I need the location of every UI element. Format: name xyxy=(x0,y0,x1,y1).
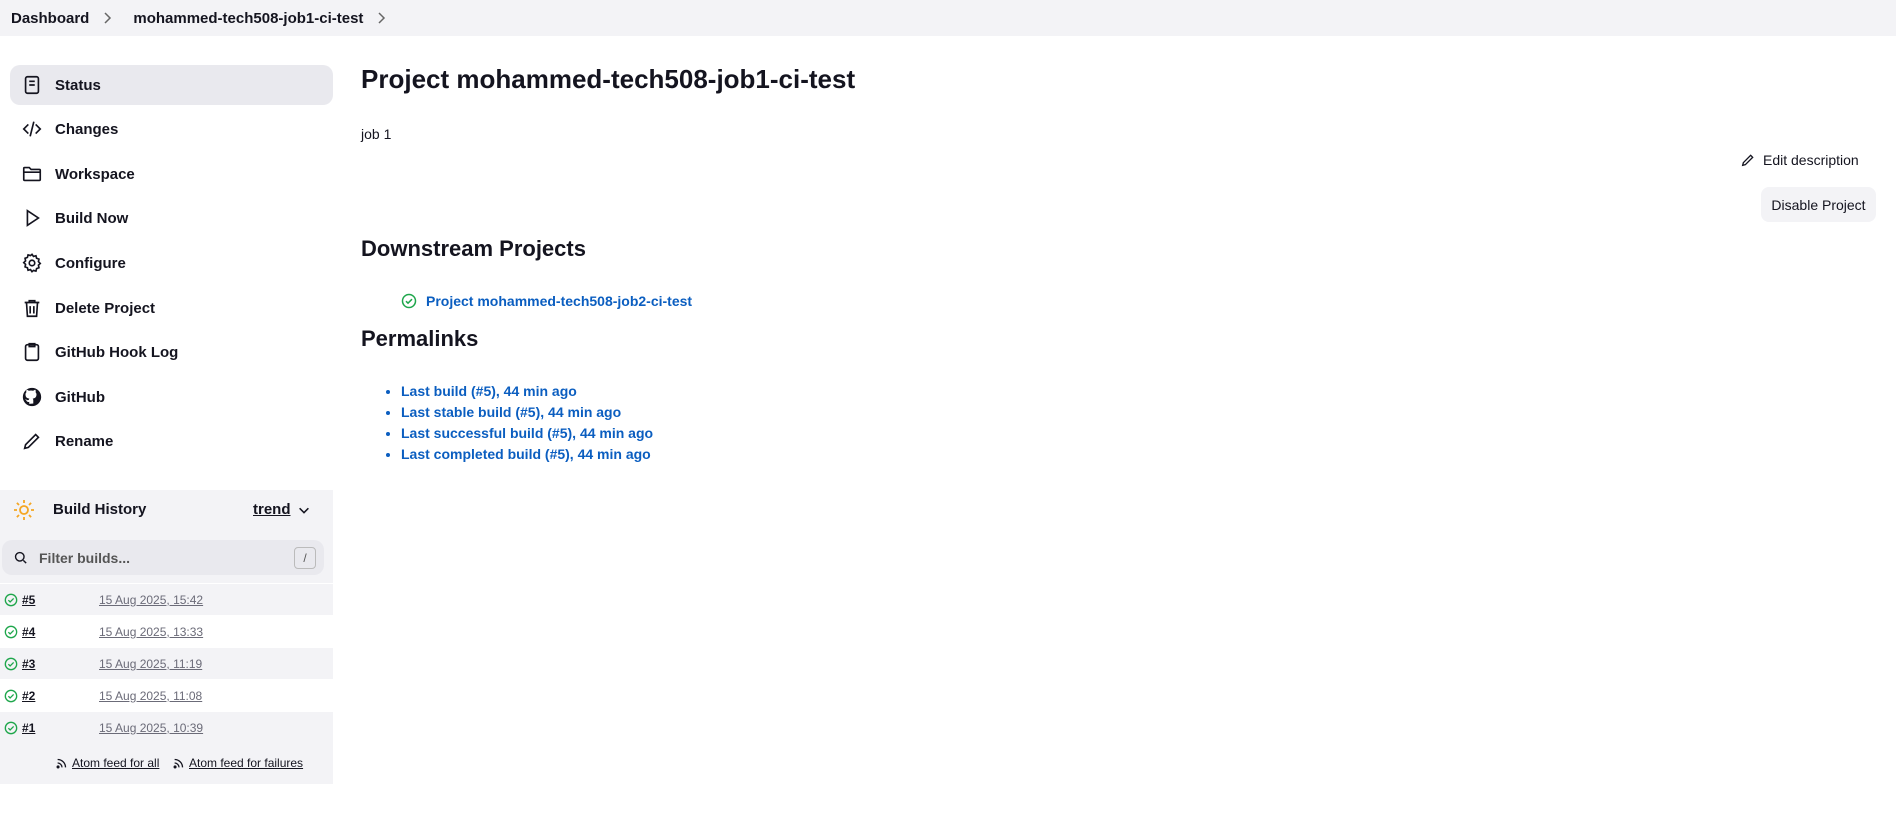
permalink-last-completed-build[interactable]: Last completed build (#5), 44 min ago xyxy=(401,446,651,462)
chevron-down-icon[interactable] xyxy=(297,503,311,517)
list-item: Last stable build (#5), 44 min ago xyxy=(401,402,653,423)
build-row[interactable]: #1 15 Aug 2025, 10:39 xyxy=(0,711,333,744)
build-row[interactable]: #5 15 Aug 2025, 15:42 xyxy=(0,583,333,616)
disable-project-button[interactable]: Disable Project xyxy=(1761,187,1876,222)
breadcrumb-dashboard[interactable]: Dashboard xyxy=(0,10,89,27)
trash-icon xyxy=(24,299,40,318)
sun-icon xyxy=(14,499,34,520)
chevron-right-icon[interactable] xyxy=(99,10,115,26)
pencil-icon xyxy=(23,433,40,450)
filter-builds-box: / xyxy=(2,540,324,575)
build-row[interactable]: #2 15 Aug 2025, 11:08 xyxy=(0,679,333,712)
sidebar-item-delete-project[interactable]: Delete Project xyxy=(10,288,333,328)
success-check-icon xyxy=(4,689,18,703)
success-check-icon xyxy=(401,293,417,309)
list-item: Last successful build (#5), 44 min ago xyxy=(401,423,653,444)
permalink-last-successful-build[interactable]: Last successful build (#5), 44 min ago xyxy=(401,425,653,441)
build-number-link[interactable]: #5 xyxy=(22,593,35,607)
pencil-icon xyxy=(1741,154,1754,167)
folder-icon xyxy=(22,166,42,182)
sidebar-item-label: GitHub Hook Log xyxy=(55,343,179,361)
atom-feeds: Atom feed for all Atom feed for failures xyxy=(0,752,333,776)
sidebar-item-label: Status xyxy=(55,76,101,94)
sidebar-item-github[interactable]: GitHub xyxy=(10,377,333,417)
permalinks-list: Last build (#5), 44 min ago Last stable … xyxy=(361,381,653,465)
play-icon xyxy=(26,209,40,227)
build-history-title: Build History xyxy=(53,501,147,518)
build-date-link[interactable]: 15 Aug 2025, 11:08 xyxy=(99,689,202,703)
search-icon xyxy=(14,551,27,564)
build-row[interactable]: #4 15 Aug 2025, 13:33 xyxy=(0,615,333,648)
sidebar-item-build-now[interactable]: Build Now xyxy=(10,198,333,238)
code-icon xyxy=(22,121,42,137)
sidebar-item-label: Changes xyxy=(55,120,119,138)
clipboard-icon xyxy=(24,342,40,362)
sidebar-item-github-hook-log[interactable]: GitHub Hook Log xyxy=(10,332,333,372)
build-date-link[interactable]: 15 Aug 2025, 13:33 xyxy=(99,625,203,639)
breadcrumb-job[interactable]: mohammed-tech508-job1-ci-test xyxy=(115,10,363,27)
sidebar-item-workspace[interactable]: Workspace xyxy=(10,154,333,194)
atom-feed-failures-label: Atom feed for failures xyxy=(189,756,304,770)
build-date-link[interactable]: 15 Aug 2025, 10:39 xyxy=(99,721,203,735)
success-check-icon xyxy=(4,721,18,735)
sidebar-item-rename[interactable]: Rename xyxy=(10,421,333,461)
atom-feed-all-label: Atom feed for all xyxy=(72,756,160,770)
filter-shortcut-key: / xyxy=(294,546,316,569)
page-title: Project mohammed-tech508-job1-ci-test xyxy=(361,64,856,94)
sidebar-item-label: Configure xyxy=(55,254,126,272)
breadcrumb: Dashboard mohammed-tech508-job1-ci-test xyxy=(0,0,1896,36)
trend-link[interactable]: trend xyxy=(253,501,291,518)
edit-description-link[interactable]: Edit description xyxy=(1740,152,1859,168)
permalink-last-build[interactable]: Last build (#5), 44 min ago xyxy=(401,383,577,399)
build-number-link[interactable]: #3 xyxy=(22,657,35,671)
success-check-icon xyxy=(4,625,18,639)
filter-builds-input[interactable] xyxy=(39,549,294,566)
build-date-link[interactable]: 15 Aug 2025, 11:19 xyxy=(99,657,202,671)
project-description: job 1 xyxy=(361,126,392,142)
sidebar-item-label: Build Now xyxy=(55,209,129,227)
atom-feed-all-link[interactable]: Atom feed for all xyxy=(55,756,159,770)
build-number-link[interactable]: #2 xyxy=(22,689,35,703)
downstream-project-label: Project mohammed-tech508-job2-ci-test xyxy=(426,293,693,309)
sidebar-item-label: Workspace xyxy=(55,165,135,183)
permalinks-heading: Permalinks xyxy=(361,326,479,351)
downstream-project-link[interactable]: Project mohammed-tech508-job2-ci-test xyxy=(401,293,692,309)
sidebar-item-changes[interactable]: Changes xyxy=(10,109,333,149)
rss-icon xyxy=(173,758,184,769)
downstream-projects-heading: Downstream Projects xyxy=(361,236,586,261)
gear-icon xyxy=(22,253,42,273)
build-number-link[interactable]: #1 xyxy=(22,721,35,735)
sidebar-item-label: Delete Project xyxy=(55,299,156,317)
sidebar-item-label: GitHub xyxy=(55,388,105,406)
atom-feed-failures-link[interactable]: Atom feed for failures xyxy=(172,756,303,770)
build-number-link[interactable]: #4 xyxy=(22,625,35,639)
sidebar-item-status[interactable]: Status xyxy=(10,65,333,105)
chevron-right-icon[interactable] xyxy=(373,10,389,26)
document-icon xyxy=(24,75,40,95)
build-history-header: Build History trend xyxy=(0,490,333,529)
rss-icon xyxy=(56,758,67,769)
success-check-icon xyxy=(4,657,18,671)
sidebar-item-configure[interactable]: Configure xyxy=(10,243,333,283)
permalink-last-stable-build[interactable]: Last stable build (#5), 44 min ago xyxy=(401,404,621,420)
success-check-icon xyxy=(4,593,18,607)
list-item: Last build (#5), 44 min ago xyxy=(401,381,653,402)
github-icon xyxy=(22,387,42,407)
build-date-link[interactable]: 15 Aug 2025, 15:42 xyxy=(99,593,203,607)
list-item: Last completed build (#5), 44 min ago xyxy=(401,444,653,465)
edit-description-label: Edit description xyxy=(1763,152,1859,168)
sidebar-item-label: Rename xyxy=(55,432,114,450)
build-row[interactable]: #3 15 Aug 2025, 11:19 xyxy=(0,647,333,680)
